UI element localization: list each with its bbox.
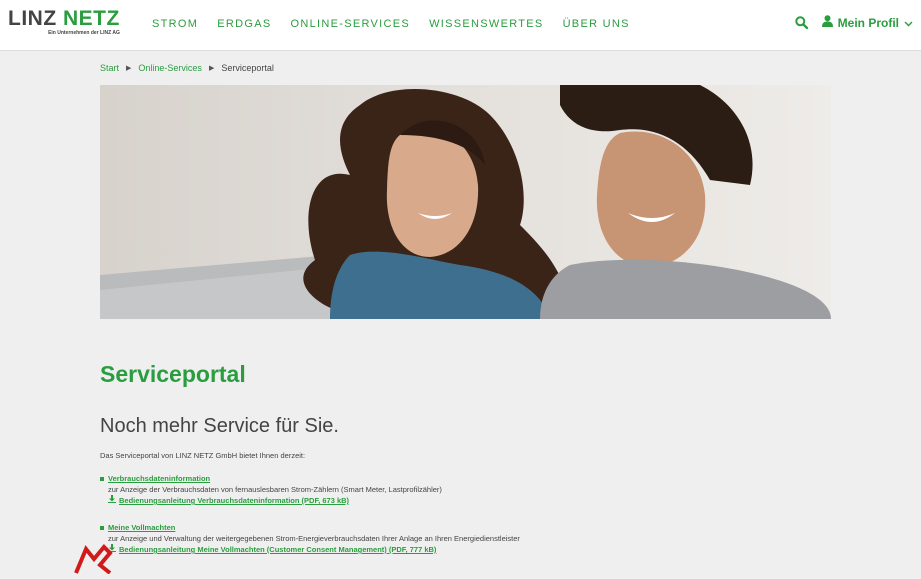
breadcrumb-current: Serviceportal xyxy=(221,63,274,73)
page-title: Serviceportal xyxy=(100,361,246,387)
nav-item-ueber-uns[interactable]: ÜBER UNS xyxy=(563,18,630,30)
service-description: zur Anzeige und Verwaltung der weitergeg… xyxy=(108,534,520,543)
logo-wordmark: LINZ NETZ xyxy=(8,8,120,29)
breadcrumb-item-start[interactable]: Start xyxy=(100,63,119,73)
hero-image xyxy=(100,85,831,319)
service-description: zur Anzeige der Verbrauchsdaten von fern… xyxy=(108,485,442,494)
bullet-icon xyxy=(100,525,104,530)
download-icon xyxy=(108,495,116,506)
breadcrumb-separator-icon: ▶ xyxy=(208,65,215,72)
site-header: LINZ NETZ Ein Unternehmen der LINZ AG ST… xyxy=(0,0,921,51)
download-link[interactable]: Bedienungsanleitung Verbrauchsdateninfor… xyxy=(100,495,442,506)
intro-text: Das Serviceportal von LINZ NETZ GmbH bie… xyxy=(100,451,306,460)
page-subtitle: Noch mehr Service für Sie. xyxy=(100,415,339,437)
download-link-label: Bedienungsanleitung Verbrauchsdateninfor… xyxy=(119,496,350,505)
service-link-meine-vollmachten[interactable]: Meine Vollmachten xyxy=(108,522,175,533)
profile-menu-button[interactable]: Mein Profil xyxy=(821,15,913,30)
service-item: Verbrauchsdateninformation zur Anzeige d… xyxy=(100,473,442,506)
linz-netz-logo[interactable]: LINZ NETZ Ein Unternehmen der LINZ AG xyxy=(8,8,120,36)
nav-item-wissenswertes[interactable]: WISSENSWERTES xyxy=(429,18,544,30)
download-link[interactable]: Bedienungsanleitung Meine Vollmachten (C… xyxy=(100,544,520,555)
breadcrumb-separator-icon: ▶ xyxy=(126,65,132,72)
logo-part-linz: LINZ xyxy=(8,7,57,30)
header-actions: Mein Profil xyxy=(794,15,913,30)
logo-tagline: Ein Unternehmen der LINZ AG xyxy=(48,30,120,36)
profile-label: Mein Profil xyxy=(837,15,899,30)
nav-item-strom[interactable]: STROM xyxy=(152,18,198,30)
breadcrumb-item-online-services[interactable]: Online-Services xyxy=(138,63,202,73)
bullet-icon xyxy=(100,476,104,481)
search-icon[interactable] xyxy=(794,16,808,29)
main-nav: STROM ERDGAS ONLINE-SERVICES WISSENSWERT… xyxy=(152,18,649,30)
user-icon xyxy=(821,15,833,30)
chevron-down-icon xyxy=(904,16,913,30)
nav-item-erdgas[interactable]: ERDGAS xyxy=(217,18,271,30)
service-link-verbrauchsdateninformation[interactable]: Verbrauchsdateninformation xyxy=(108,473,210,484)
nav-item-online-services[interactable]: ONLINE-SERVICES xyxy=(291,18,411,30)
download-link-label: Bedienungsanleitung Meine Vollmachten (C… xyxy=(119,545,437,554)
logo-part-netz: NETZ xyxy=(63,7,120,30)
service-item: Meine Vollmachten zur Anzeige und Verwal… xyxy=(100,522,520,555)
hero-photo-illustration xyxy=(100,85,831,319)
breadcrumb: Start ▶ Online-Services ▶ Serviceportal xyxy=(100,63,274,73)
